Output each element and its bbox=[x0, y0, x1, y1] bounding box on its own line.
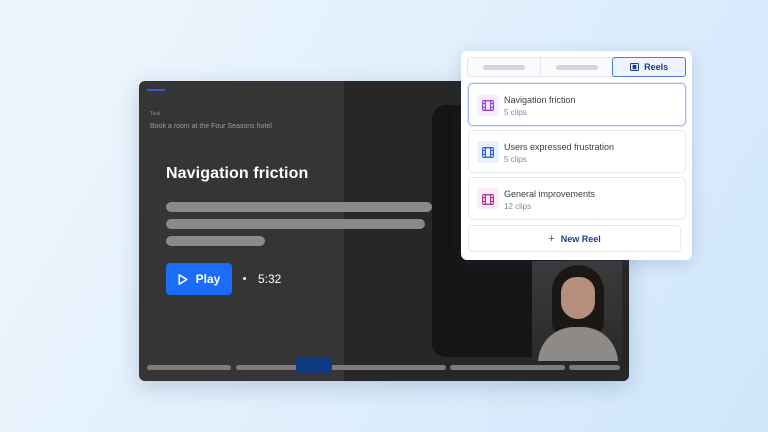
description-placeholder bbox=[166, 236, 265, 246]
new-reel-button[interactable]: + New Reel bbox=[468, 225, 681, 252]
task-label: Task bbox=[150, 111, 161, 117]
film-icon bbox=[482, 146, 494, 158]
panel-tabs: Reels bbox=[467, 57, 687, 77]
new-reel-label: New Reel bbox=[560, 233, 601, 244]
reel-name: General improvements bbox=[504, 189, 596, 199]
play-button[interactable]: Play bbox=[166, 263, 232, 295]
reels-panel: Reels Navigation friction 5 clips Users … bbox=[461, 51, 692, 260]
reel-item-navigation-friction[interactable]: Navigation friction 5 clips bbox=[468, 83, 686, 126]
play-icon bbox=[178, 273, 188, 285]
participant-webcam bbox=[532, 261, 622, 361]
timeline-segment[interactable] bbox=[569, 365, 620, 370]
play-label: Play bbox=[195, 272, 221, 286]
timeline-segment[interactable] bbox=[450, 365, 565, 370]
tab-label-placeholder bbox=[482, 64, 525, 70]
progress-accent bbox=[147, 89, 165, 91]
reel-clip-count: 5 clips bbox=[504, 155, 527, 164]
reel-icon-bg bbox=[477, 141, 499, 163]
reel-name: Navigation friction bbox=[504, 95, 576, 105]
reel-item-general-improvements[interactable]: General improvements 12 clips bbox=[468, 177, 686, 220]
reel-icon-bg bbox=[477, 94, 499, 116]
tab-placeholder-2[interactable] bbox=[539, 58, 613, 76]
timeline-segment[interactable] bbox=[324, 365, 446, 370]
tab-reels[interactable]: Reels bbox=[612, 57, 687, 77]
description-placeholder bbox=[166, 202, 432, 212]
separator-dot bbox=[243, 277, 246, 280]
reel-item-users-expressed-frustration[interactable]: Users expressed frustration 5 clips bbox=[468, 130, 686, 173]
reel-title: Navigation friction bbox=[166, 165, 309, 182]
playhead[interactable] bbox=[296, 357, 332, 373]
film-icon bbox=[630, 63, 640, 71]
plus-icon: + bbox=[548, 232, 555, 245]
tab-placeholder-1[interactable] bbox=[468, 58, 540, 76]
film-icon bbox=[482, 193, 494, 205]
duration: 5:32 bbox=[258, 272, 282, 286]
film-icon bbox=[482, 99, 494, 111]
reel-clip-count: 5 clips bbox=[504, 108, 527, 117]
reel-icon-bg bbox=[477, 188, 499, 210]
tab-label-placeholder bbox=[555, 64, 598, 70]
reel-clip-count: 12 clips bbox=[504, 202, 532, 211]
reel-name: Users expressed frustration bbox=[504, 142, 615, 152]
description-placeholder bbox=[166, 219, 425, 229]
tab-reels-label: Reels bbox=[644, 62, 669, 72]
timeline-segment[interactable] bbox=[147, 365, 231, 370]
task-description: Book a room at the Four Seasons hotel bbox=[150, 123, 272, 130]
